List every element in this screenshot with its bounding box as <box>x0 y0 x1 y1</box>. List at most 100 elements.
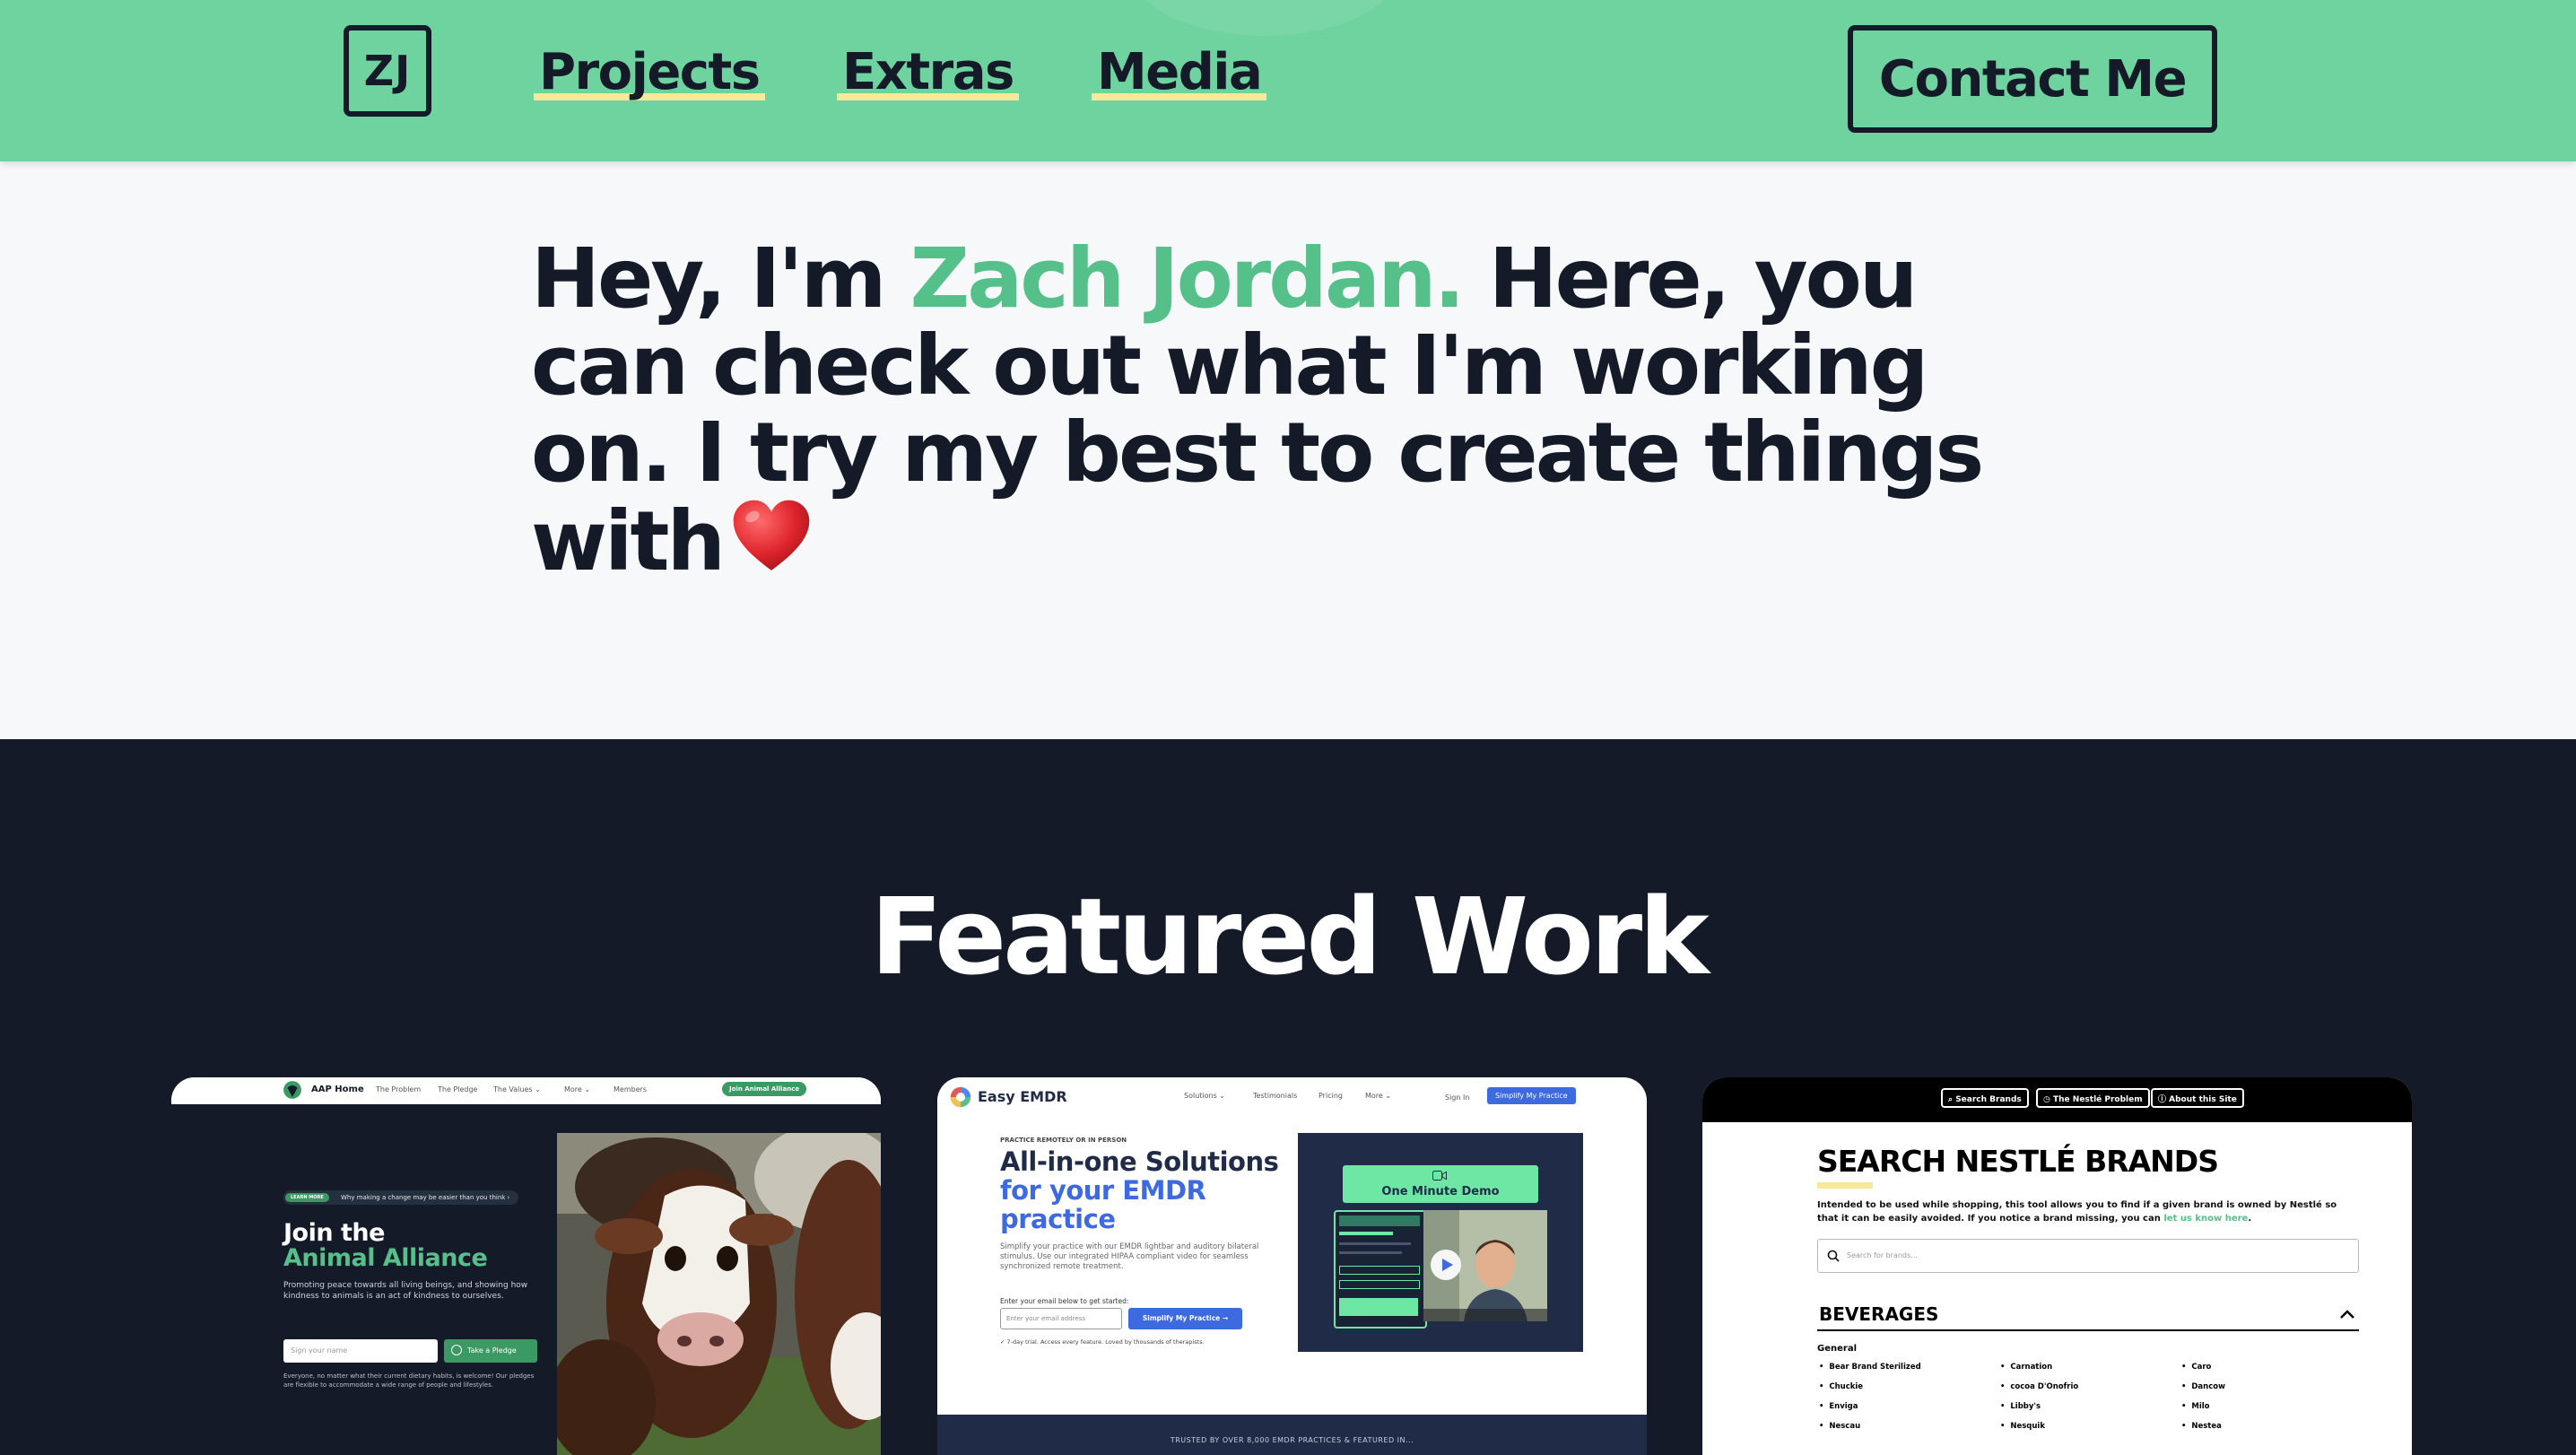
card-nav-link: Members <box>614 1085 648 1093</box>
hero-name: Zach Jordan. <box>909 231 1466 327</box>
card-heading-accent: for your EMDR <box>1000 1175 1206 1206</box>
globe-logo-icon <box>283 1081 301 1099</box>
brand-name: cocoa D'Onofrio <box>2010 1382 2079 1391</box>
hero-intro-text: Hey, I'm <box>531 231 910 327</box>
card-footnote: Everyone, no matter what their current d… <box>283 1372 535 1389</box>
card-top-button-label: About this Site <box>2169 1095 2237 1104</box>
search-icon <box>1827 1250 1840 1262</box>
contact-me-button[interactable]: Contact Me <box>1848 25 2217 133</box>
card-subsection: General <box>1817 1344 1857 1354</box>
card-nav-link: More ⌄ <box>1365 1092 1392 1100</box>
nav-extras[interactable]: Extras <box>837 36 1019 101</box>
brand-name: Chuckie <box>1829 1382 1864 1391</box>
card-badge-text: Why making a change may be easier than y… <box>341 1194 510 1201</box>
card-nav-cta: Simplify My Practice <box>1487 1087 1576 1104</box>
hero-intro: Hey, I'm Zach Jordan. Here, you can chec… <box>531 235 2074 585</box>
brand-name: Nescau <box>1829 1422 1861 1431</box>
project-card-animal-alliance[interactable]: AAP Home The Problem The Pledge The Valu… <box>171 1077 881 1455</box>
brand-name: Enviga <box>1829 1402 1858 1411</box>
card-nav-link: The Problem <box>376 1085 422 1093</box>
card-badge: LEARN MORE <box>285 1193 329 1202</box>
brand-name: Bear Brand Sterilized <box>1829 1363 1921 1372</box>
card-nav-link: Pricing <box>1318 1092 1343 1100</box>
card-section-title: BEVERAGES <box>1819 1303 1939 1325</box>
brand-name: Milo <box>2191 1402 2210 1411</box>
demo-banner: One Minute Demo <box>1343 1165 1538 1203</box>
card-email-input: Enter your email address <box>1000 1308 1122 1329</box>
easy-emdr-logo-icon <box>950 1086 971 1108</box>
brand-list-item: • Chuckie <box>1819 1382 1864 1391</box>
brand-name: Nesquik <box>2010 1422 2045 1431</box>
chevron-up-icon <box>2340 1310 2354 1319</box>
play-triangle-icon <box>1442 1259 1453 1271</box>
card-top-button-label: Search Brands <box>1955 1095 2022 1104</box>
demo-app-preview <box>1334 1210 1427 1329</box>
card-eyebrow: PRACTICE REMOTELY OR IN PERSON <box>1000 1137 1127 1144</box>
preview-line <box>1339 1242 1411 1245</box>
card-heading-accent: practice <box>1000 1204 1116 1234</box>
card-heading: Join the <box>283 1219 385 1247</box>
card-trusted-text: TRUSTED BY OVER 8,000 EMDR PRACTICES & F… <box>1170 1436 1414 1444</box>
card-nav-brand: AAP Home <box>311 1085 364 1094</box>
preview-line <box>1339 1232 1393 1235</box>
card-nav-link: The Values ⌄ <box>493 1085 541 1093</box>
brand-name: Dancow <box>2191 1382 2225 1391</box>
brand-list-item: • Nestea <box>2181 1422 2222 1431</box>
card-nav-link: Solutions ⌄ <box>1184 1092 1226 1100</box>
brand-name: Carnation <box>2010 1363 2053 1372</box>
card-subtext: Simplify your practice with our EMDR lig… <box>1000 1242 1259 1271</box>
section-divider <box>1817 1329 2359 1331</box>
preview-bar <box>1339 1215 1420 1226</box>
card-name-input: Sign your name <box>283 1339 438 1363</box>
card-description-end: . <box>2248 1214 2252 1224</box>
card-hero: LEARN MORE Why making a change may be ea… <box>171 1104 881 1455</box>
preview-strip <box>1339 1298 1418 1316</box>
card-demo-panel: One Minute Demo <box>1298 1133 1583 1352</box>
preview-line <box>1339 1251 1402 1254</box>
card-heading-accent: Animal Alliance <box>283 1244 488 1272</box>
brand-name: Nestea <box>2191 1422 2222 1431</box>
card-nav-link: The Pledge <box>438 1085 478 1093</box>
card-top-button-search: ⌕ Search Brands <box>1941 1088 2029 1108</box>
brand-list-item: • Libby's <box>2000 1402 2041 1411</box>
brand-list-item: • Caro <box>2181 1363 2212 1372</box>
card-sign-in: Sign In <box>1445 1093 1470 1102</box>
card-top-button-about: ⓘ About this Site <box>2151 1088 2244 1108</box>
brand-list-item: • Dancow <box>2181 1382 2225 1391</box>
card-cta-button: Simplify My Practice → <box>1128 1308 1242 1329</box>
heart-icon <box>733 500 810 571</box>
card-nav-cta: Join Animal Alliance <box>722 1082 807 1096</box>
cows-photo <box>557 1133 881 1455</box>
header-decoration <box>1130 0 1399 36</box>
card-pledge-label: Take a Pledge <box>467 1346 517 1355</box>
brand-list-item: • Bear Brand Sterilized <box>1819 1363 1921 1372</box>
card-top-button-problem: ◷ The Nestlé Problem <box>2036 1088 2150 1108</box>
card-subtext: Promoting peace towards all living being… <box>283 1281 528 1301</box>
project-card-easy-emdr[interactable]: Easy EMDR Solutions ⌄ Testimonials Prici… <box>937 1077 1647 1455</box>
demo-label: One Minute Demo <box>1381 1185 1500 1198</box>
video-camera-icon <box>1432 1171 1447 1181</box>
card-description-text: Intended to be used while shopping, this… <box>1817 1200 2337 1224</box>
title-underline <box>1817 1182 1873 1189</box>
card-pledge-button: Take a Pledge <box>444 1339 537 1363</box>
nav-projects[interactable]: Projects <box>534 36 765 101</box>
featured-section: Featured Work AAP Home The Problem The P… <box>0 739 2576 1455</box>
card-heading: All-in-one Solutions <box>1000 1146 1279 1177</box>
card-email-label: Enter your email below to get started: <box>1000 1297 1129 1305</box>
card-email-placeholder: Enter your email address <box>1006 1315 1086 1322</box>
brand-list-item: • cocoa D'Onofrio <box>2000 1382 2079 1391</box>
card-description-link: let us know here <box>2163 1214 2249 1224</box>
check-circle-icon <box>451 1345 462 1355</box>
project-card-nestle-brands[interactable]: ⌕ Search Brands ◷ The Nestlé Problem ⓘ A… <box>1702 1077 2412 1455</box>
card-nav-link: More ⌄ <box>564 1085 591 1093</box>
site-logo[interactable]: ZJ <box>344 25 431 117</box>
card-search-input: Search for brands... <box>1817 1239 2359 1273</box>
card-description: Intended to be used while shopping, this… <box>1817 1198 2355 1225</box>
card-trusted-bar: TRUSTED BY OVER 8,000 EMDR PRACTICES & F… <box>937 1415 1647 1455</box>
nav-media[interactable]: Media <box>1092 36 1267 101</box>
brand-name: Caro <box>2191 1363 2212 1372</box>
brand-list-item: • Carnation <box>2000 1363 2053 1372</box>
card-brand: Easy EMDR <box>978 1088 1067 1105</box>
brand-name: Libby's <box>2010 1402 2041 1411</box>
card-badge-row: LEARN MORE Why making a change may be ea… <box>283 1190 518 1205</box>
